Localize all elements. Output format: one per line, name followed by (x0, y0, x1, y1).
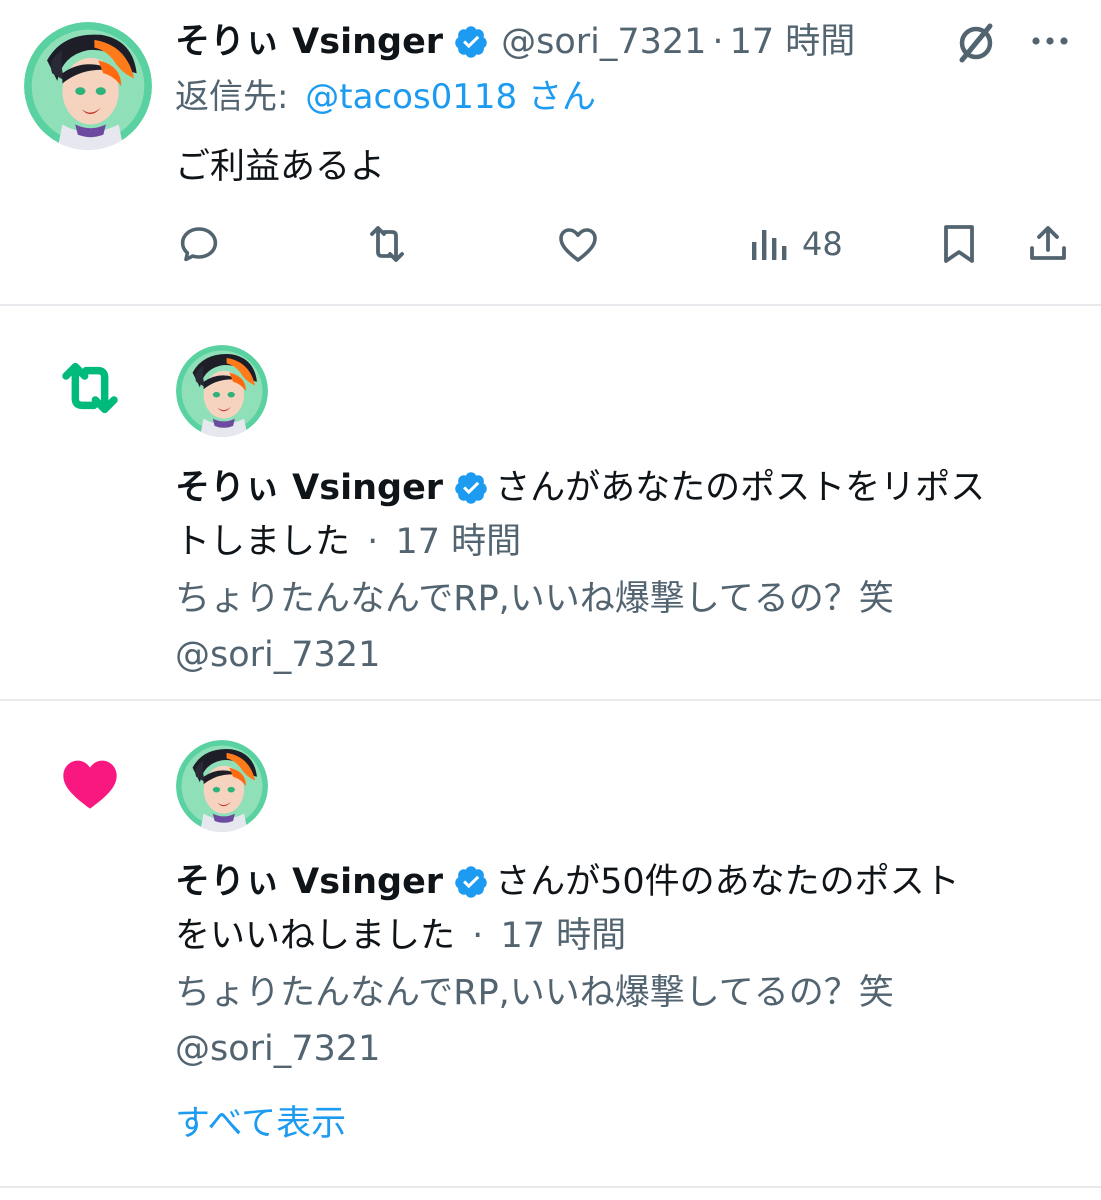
display-name[interactable]: そりぃ Vsinger (175, 24, 443, 60)
notification-text-line-1: そりぃ Vsinger さんが50件のあなたのポスト (175, 861, 960, 903)
tweet-time[interactable]: 17 時間 (730, 24, 856, 60)
notification-text-line-2: トしました · 17 時間 (175, 525, 521, 560)
avatar[interactable] (24, 22, 152, 150)
notification-time: 17 時間 (395, 522, 522, 562)
notification-text-line-1: そりぃ Vsinger さんがあなたのポストをリポス (175, 467, 985, 509)
views-button[interactable]: 48 (748, 222, 843, 266)
notification-time: 17 時間 (500, 916, 627, 956)
views-count: 48 (802, 225, 843, 263)
quoted-post-mention[interactable]: @sori_7321 (175, 638, 380, 673)
verified-badge-icon (453, 470, 489, 506)
bookmark-icon[interactable] (936, 220, 982, 268)
notification-action-text: トしました (175, 522, 351, 562)
views-icon (748, 224, 788, 264)
quoted-post-mention[interactable]: @sori_7321 (175, 1032, 380, 1067)
repost-icon[interactable] (362, 220, 412, 268)
separator-dot: · (472, 916, 484, 956)
repost-icon (56, 360, 124, 416)
quoted-post-text[interactable]: ちょりたんなんでRP,いいね爆撃してるの？笑 (175, 582, 894, 617)
separator-dot: · (712, 21, 724, 62)
verified-badge-icon (453, 24, 489, 60)
divider (0, 1186, 1101, 1188)
divider (0, 699, 1101, 701)
divider (0, 304, 1101, 306)
quoted-post-text[interactable]: ちょりたんなんでRP,いいね爆撃してるの？笑 (175, 976, 894, 1011)
notification-action-text: をいいねしました (175, 916, 456, 956)
like-icon[interactable] (554, 220, 602, 268)
grok-icon[interactable] (952, 18, 1002, 68)
like-icon (58, 752, 122, 812)
display-name[interactable]: そりぃ Vsinger (175, 864, 443, 900)
reply-to-line: 返信先: @tacos0118 さん (175, 80, 596, 114)
separator-dot: · (367, 522, 379, 562)
tweet-body: ご利益あるよ (175, 147, 386, 187)
reply-to-handle[interactable]: @tacos0118 さん (305, 77, 596, 117)
display-name[interactable]: そりぃ Vsinger (175, 470, 443, 506)
reply-to-prefix: 返信先: (175, 77, 289, 117)
avatar[interactable] (176, 740, 268, 832)
tweet-header: そりぃ Vsinger @sori_7321 · 17 時間 (175, 22, 855, 62)
verified-badge-icon (453, 864, 489, 900)
user-handle[interactable]: @sori_7321 (501, 24, 706, 60)
avatar[interactable] (176, 345, 268, 437)
more-icon[interactable] (1028, 30, 1072, 52)
notification-text-line-2: をいいねしました · 17 時間 (175, 919, 626, 954)
reply-icon[interactable] (175, 220, 223, 268)
share-icon[interactable] (1024, 220, 1072, 268)
notification-action-text: さんが50件のあなたのポスト (495, 861, 960, 902)
notification-action-text: さんがあなたのポストをリポス (495, 467, 986, 508)
show-all-link[interactable]: すべて表示 (175, 1107, 346, 1142)
